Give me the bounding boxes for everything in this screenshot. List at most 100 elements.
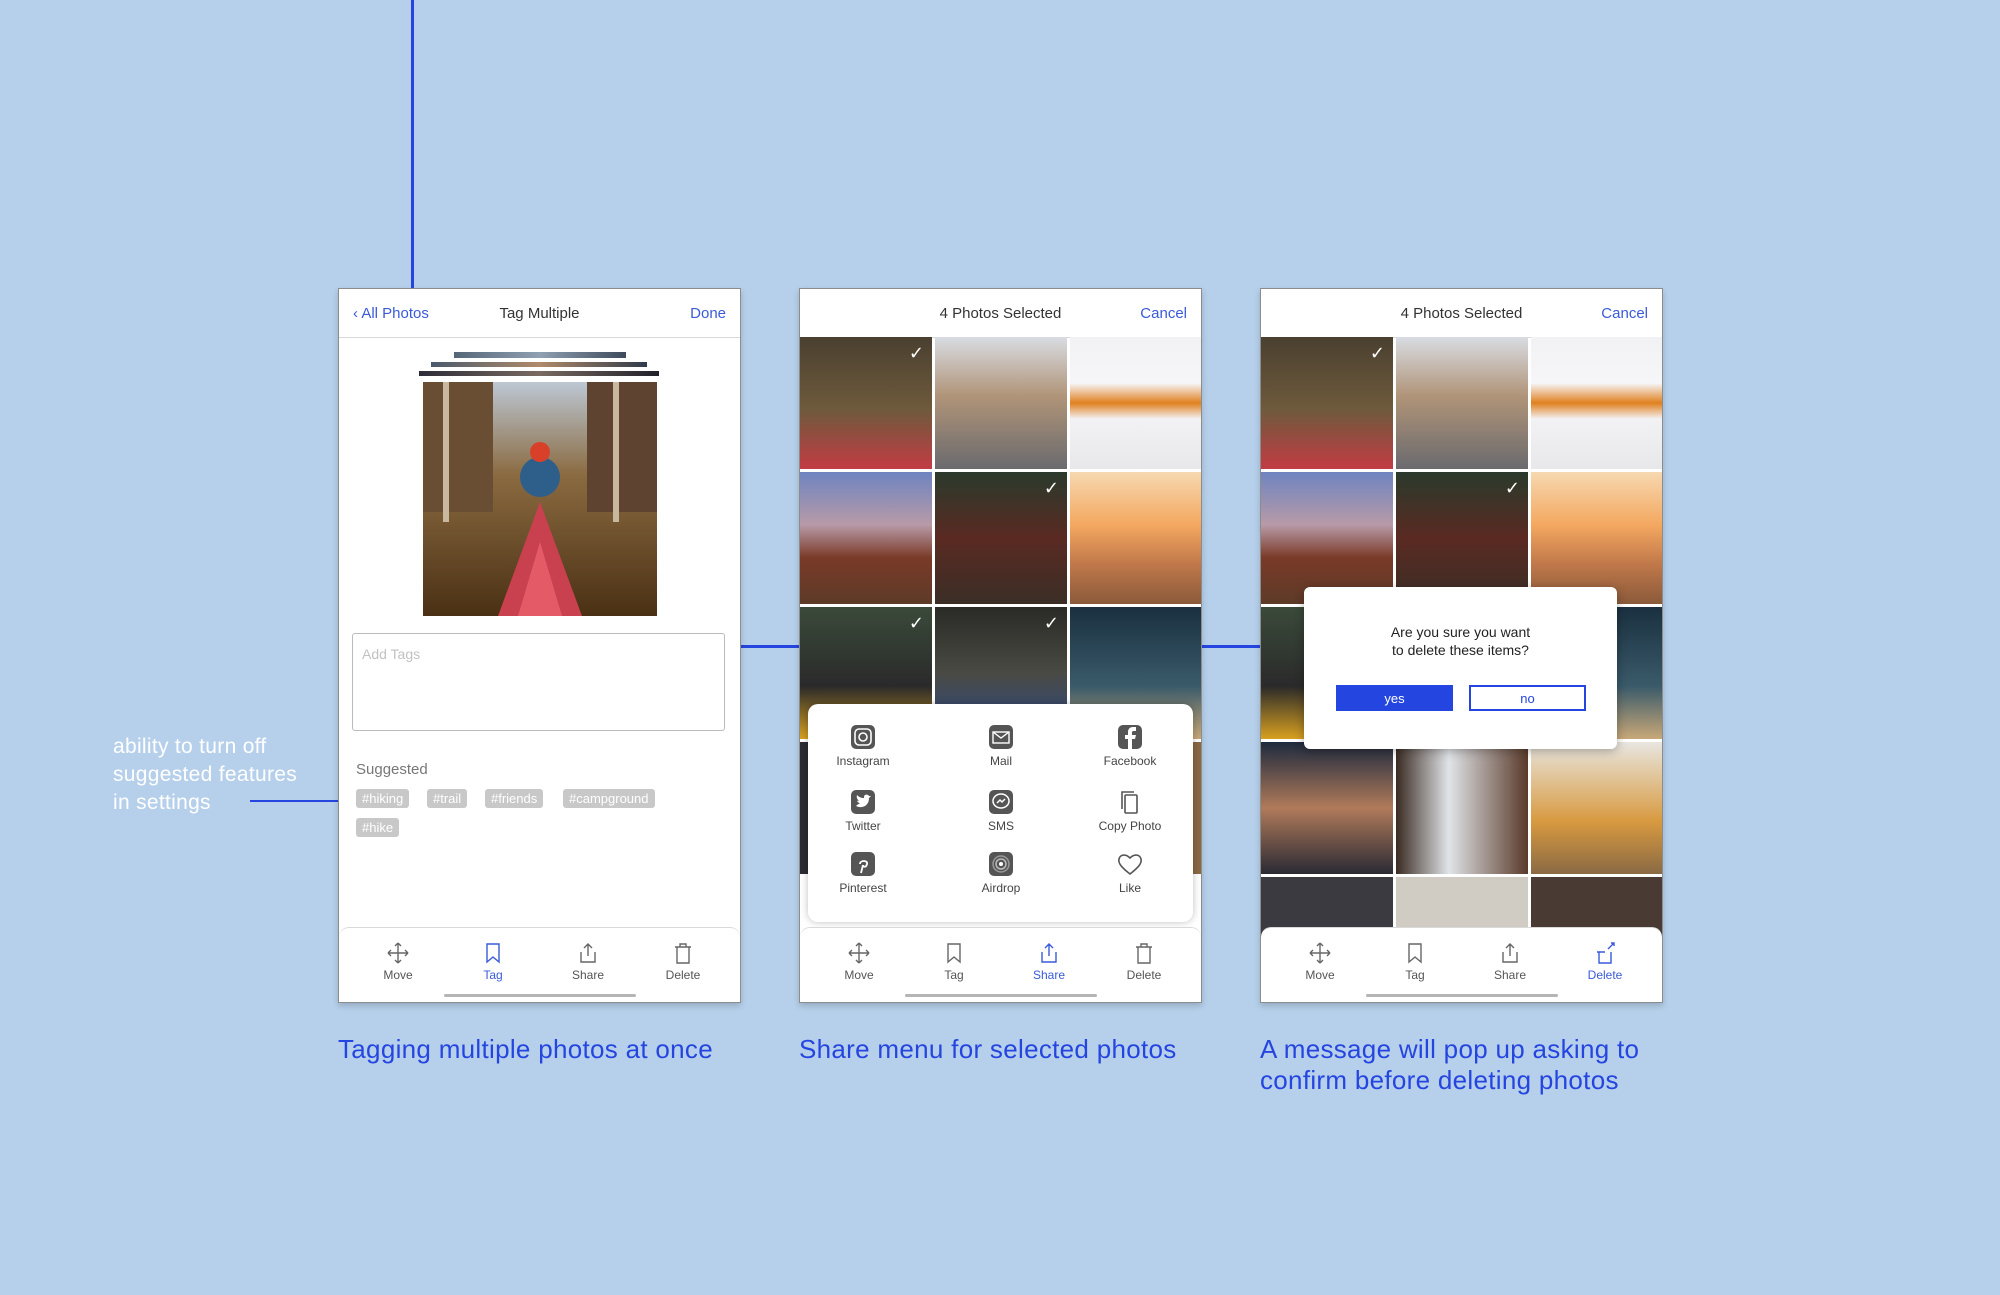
home-indicator: [905, 994, 1097, 997]
move-tab[interactable]: Move: [1285, 942, 1355, 982]
caption-delete: A message will pop up asking to confirm …: [1260, 1034, 1639, 1096]
move-tab[interactable]: Move: [363, 942, 433, 982]
delete-confirm-dialog: Are you sure you want to delete these it…: [1304, 587, 1617, 749]
move-label: Move: [1305, 968, 1335, 982]
caption-share: Share menu for selected photos: [799, 1034, 1177, 1064]
stacked-photo-edge: [431, 362, 647, 367]
share-like[interactable]: Like: [1075, 851, 1185, 895]
checkmark-icon: ✓: [1043, 478, 1059, 499]
dialog-line: to delete these items?: [1392, 642, 1529, 658]
mail-icon: [989, 725, 1013, 749]
checkmark-icon: ✓: [1043, 613, 1059, 634]
delete-tab[interactable]: Delete: [1109, 942, 1179, 982]
photo-thumbnail[interactable]: [935, 337, 1067, 469]
suggested-tag-chip[interactable]: #campground: [563, 789, 655, 808]
connector-line-top: [411, 0, 414, 290]
photo-thumbnail[interactable]: [1396, 742, 1528, 874]
copy-icon: [1121, 791, 1138, 814]
photo-thumbnail[interactable]: [1261, 742, 1393, 874]
no-button[interactable]: no: [1469, 685, 1586, 711]
cancel-button[interactable]: Cancel: [1140, 305, 1187, 322]
nav-bar: 4 Photos Selected Cancel: [800, 289, 1201, 338]
bottom-toolbar: Move Tag Share Delete: [800, 927, 1201, 1002]
bookmark-icon: [947, 943, 961, 964]
pinterest-icon: [851, 852, 875, 876]
share-label: Facebook: [1103, 754, 1157, 768]
share-label: Share: [1032, 968, 1066, 982]
share-tab[interactable]: Share: [1014, 942, 1084, 982]
share-label: Copy Photo: [1098, 819, 1162, 833]
delete-label: Delete: [1126, 968, 1162, 982]
tag-tab[interactable]: Tag: [1380, 942, 1450, 982]
share-tab[interactable]: Share: [553, 942, 623, 982]
yes-button[interactable]: yes: [1336, 685, 1453, 711]
share-tab[interactable]: Share: [1475, 942, 1545, 982]
heart-icon: [1118, 854, 1142, 876]
share-instagram[interactable]: Instagram: [808, 724, 918, 768]
delete-tab[interactable]: Delete: [1570, 942, 1640, 982]
tag-tab[interactable]: Tag: [458, 942, 528, 982]
tag-label: Tag: [1405, 968, 1425, 982]
delete-confirm-screen: 4 Photos Selected Cancel ✓ ✓ Are you sur…: [1260, 288, 1663, 1003]
photo-thumbnail[interactable]: [800, 472, 932, 604]
move-tab[interactable]: Move: [824, 942, 894, 982]
share-pinterest[interactable]: Pinterest: [808, 851, 918, 895]
delete-tab[interactable]: Delete: [648, 942, 718, 982]
photo-thumbnail[interactable]: ✓: [935, 472, 1067, 604]
tag-label: Tag: [483, 968, 503, 982]
settings-annotation: ability to turn off suggested features i…: [113, 733, 297, 817]
suggested-tag-chip[interactable]: #hiking: [356, 789, 410, 808]
annotation-line: in settings: [113, 791, 211, 814]
checkmark-icon: ✓: [908, 613, 924, 634]
home-indicator: [444, 994, 636, 997]
share-facebook[interactable]: Facebook: [1075, 724, 1185, 768]
connector-line-2-3: [1201, 645, 1261, 648]
tag-tab[interactable]: Tag: [919, 942, 989, 982]
stacked-photo-edge: [454, 352, 626, 358]
done-button[interactable]: Done: [690, 305, 726, 322]
photo-thumbnail[interactable]: [1396, 337, 1528, 469]
share-sheet: Instagram Mail Facebook Twitter SMS Copy…: [808, 704, 1193, 922]
share-icon: [580, 943, 596, 963]
checkmark-icon: ✓: [908, 343, 924, 364]
nav-bar: ‹ All Photos Tag Multiple Done: [339, 289, 740, 338]
suggested-tag-chip[interactable]: #trail: [427, 789, 468, 808]
share-label: Instagram: [836, 754, 890, 768]
nav-bar: 4 Photos Selected Cancel: [1261, 289, 1662, 338]
cancel-button[interactable]: Cancel: [1601, 305, 1648, 322]
move-icon: [387, 942, 409, 964]
facebook-icon: [1118, 725, 1142, 749]
share-twitter[interactable]: Twitter: [808, 789, 918, 833]
screen-title: Tag Multiple: [499, 305, 580, 322]
photo-thumbnail[interactable]: [1531, 742, 1662, 874]
suggested-label: Suggested: [356, 761, 428, 778]
share-sms[interactable]: SMS: [946, 789, 1056, 833]
suggested-tag-chip[interactable]: #friends: [485, 789, 544, 808]
share-label: Airdrop: [981, 881, 1021, 895]
tag-label: Tag: [944, 968, 964, 982]
checkmark-icon: ✓: [1369, 343, 1385, 364]
share-copy-photo[interactable]: Copy Photo: [1075, 789, 1185, 833]
messenger-icon: [989, 790, 1013, 814]
photo-thumbnail[interactable]: [1531, 337, 1662, 469]
caption-tagging: Tagging multiple photos at once: [338, 1034, 713, 1064]
add-tags-input[interactable]: Add Tags: [352, 633, 725, 731]
twitter-icon: [851, 790, 875, 814]
connector-line-1-2: [740, 645, 800, 648]
suggested-tag-chip[interactable]: #hike: [356, 818, 400, 837]
photo-thumbnail[interactable]: [1261, 472, 1393, 604]
photo-thumbnail[interactable]: [1531, 472, 1662, 604]
instagram-icon: [851, 725, 875, 749]
tag-multiple-screen: ‹ All Photos Tag Multiple Done Add Tags …: [338, 288, 741, 1003]
share-label: Twitter: [845, 819, 881, 833]
move-label: Move: [383, 968, 413, 982]
share-airdrop[interactable]: Airdrop: [946, 851, 1056, 895]
photo-thumbnail[interactable]: [1070, 337, 1201, 469]
stacked-photo-edge: [419, 371, 659, 376]
photo-thumbnail[interactable]: ✓: [1261, 337, 1393, 469]
share-mail[interactable]: Mail: [946, 724, 1056, 768]
photo-thumbnail[interactable]: ✓: [1396, 472, 1528, 604]
photo-thumbnail[interactable]: ✓: [800, 337, 932, 469]
photo-thumbnail[interactable]: [1070, 472, 1201, 604]
share-icon: [1041, 943, 1057, 963]
